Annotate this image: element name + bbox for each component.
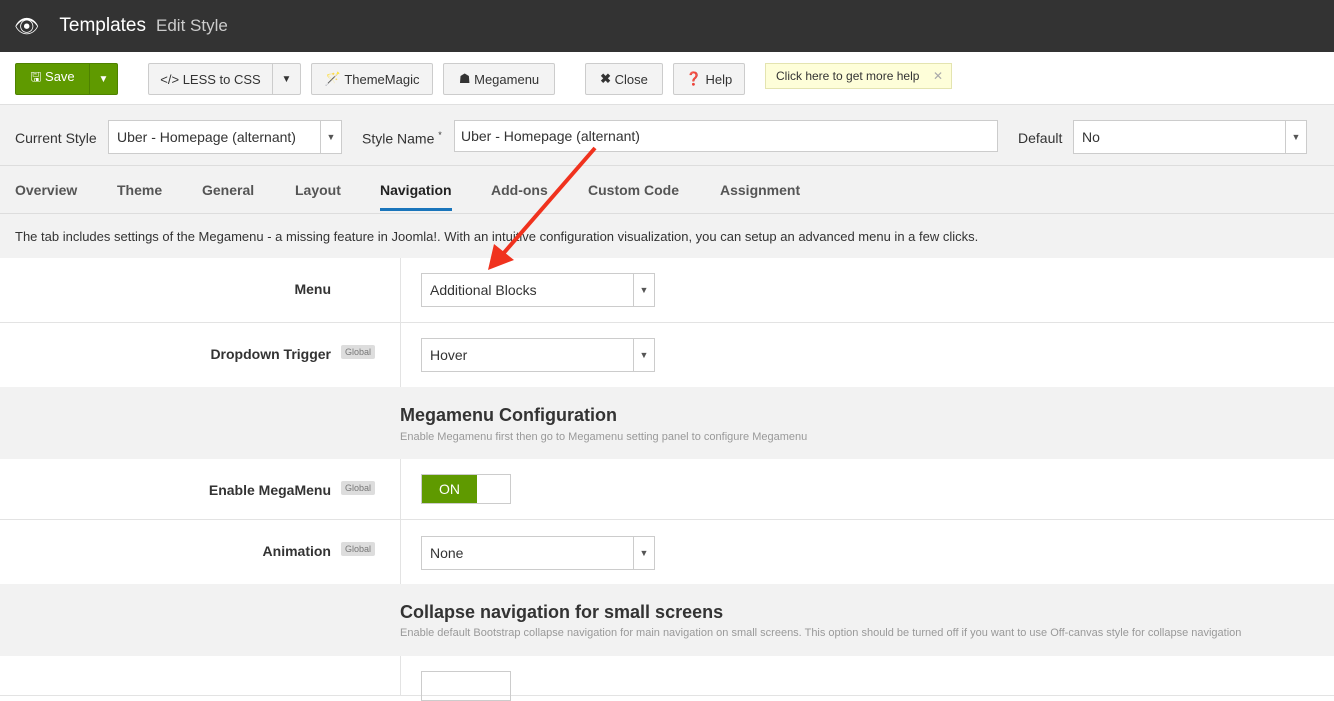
save-icon: 🖫 [30,69,42,84]
header-bar: 👁 Templates Edit Style [0,0,1334,52]
code-icon: </> [160,71,180,87]
tab-bar: Overview Theme General Layout Navigation… [0,166,1334,214]
menu-value: Additional Blocks [430,282,537,298]
tab-navigation[interactable]: Navigation [380,182,452,211]
less-label: LESS to CSS [182,71,261,87]
tooltip-text: Click here to get more help [776,69,920,83]
less-dropdown-toggle[interactable]: ▼ [272,64,300,94]
animation-value: None [430,545,464,561]
collapse-row [0,656,1334,701]
help-label: Help [705,71,733,87]
global-badge: Global [341,542,376,556]
animation-row: Animation Global None ▼ [0,520,1334,584]
collapse-section-header: Collapse navigation for small screens En… [0,584,1334,656]
page-subtitle: Edit Style [156,16,228,35]
chevron-down-icon: ▼ [633,274,654,306]
magic-wand-icon: 🪄 [324,71,341,86]
tab-theme[interactable]: Theme [117,182,162,198]
style-bar: Current Style Uber - Homepage (alternant… [0,104,1334,166]
default-label: Default [1018,130,1063,146]
chevron-down-icon: ▼ [320,121,341,153]
enable-megamenu-row: Enable MegaMenu Global ON [0,459,1334,520]
current-style-value: Uber - Homepage (alternant) [117,129,296,145]
dropdown-trigger-value: Hover [430,347,468,363]
dropdown-trigger-select[interactable]: Hover ▼ [421,338,655,372]
chevron-down-icon: ▼ [633,339,654,371]
default-select[interactable]: No ▼ [1073,120,1307,154]
close-label: Close [614,71,648,87]
chevron-down-icon: ▼ [633,537,654,569]
animation-select[interactable]: None ▼ [421,536,655,570]
tab-overview[interactable]: Overview [15,182,77,198]
megamenu-button[interactable]: ☗ Megamenu [443,63,555,95]
sitemap-icon: ☗ [458,71,471,86]
section-description: Enable Megamenu first then go to Megamen… [400,431,808,443]
animation-label: Animation [262,543,331,559]
help-tooltip: Click here to get more help ✕ [765,63,952,89]
tab-description: The tab includes settings of the Megamen… [0,214,1334,258]
thememagic-button[interactable]: 🪄 ThemeMagic [311,63,433,95]
save-dropdown-toggle[interactable]: ▼ [89,64,117,94]
current-style-select[interactable]: Uber - Homepage (alternant) ▼ [108,120,342,154]
tab-layout[interactable]: Layout [295,182,341,198]
save-button[interactable]: 🖫 Save ▼ [15,63,118,95]
tab-assignment[interactable]: Assignment [720,182,800,198]
dropdown-trigger-label: Dropdown Trigger [210,346,331,362]
section-title: Collapse navigation for small screens [400,602,724,622]
question-icon: ❓ [685,71,702,86]
menu-label: Menu [294,281,331,297]
toggle-on-label: ON [422,475,477,503]
dropdown-trigger-row: Dropdown Trigger Global Hover ▼ [0,323,1334,387]
help-button[interactable]: ❓ Help [673,63,745,95]
section-title: Megamenu Configuration [400,405,617,425]
toolbar: 🖫 Save ▼ </> LESS to CSS ▼ 🪄 ThemeMagic … [0,52,1334,104]
close-tooltip-icon[interactable]: ✕ [933,69,943,83]
chevron-down-icon: ▼ [1285,121,1306,153]
annotation-arrow [488,146,597,270]
global-badge: Global [341,481,376,495]
close-button[interactable]: ✖ Close [585,63,663,95]
section-description: Enable default Bootstrap collapse naviga… [400,627,1242,639]
less-to-css-button[interactable]: </> LESS to CSS ▼ [148,63,301,95]
enable-megamenu-label: Enable MegaMenu [208,482,331,498]
close-icon: ✖ [600,71,612,86]
eye-icon: 👁 [14,15,40,38]
menu-row: Menu Additional Blocks ▼ [0,258,1334,323]
thememagic-label: ThemeMagic [344,71,420,87]
megamenu-label: Megamenu [474,71,540,87]
save-label: Save [45,69,75,84]
global-badge: Global [341,345,376,359]
default-value: No [1082,129,1100,145]
collapse-toggle[interactable] [421,671,511,701]
tab-general[interactable]: General [202,182,254,198]
megamenu-section-header: Megamenu Configuration Enable Megamenu f… [0,387,1334,459]
enable-megamenu-toggle[interactable]: ON [421,474,511,504]
menu-select[interactable]: Additional Blocks ▼ [421,273,655,307]
page-title: Templates [59,15,146,36]
style-name-label: Style Name * [362,130,442,147]
current-style-label: Current Style [15,130,97,146]
